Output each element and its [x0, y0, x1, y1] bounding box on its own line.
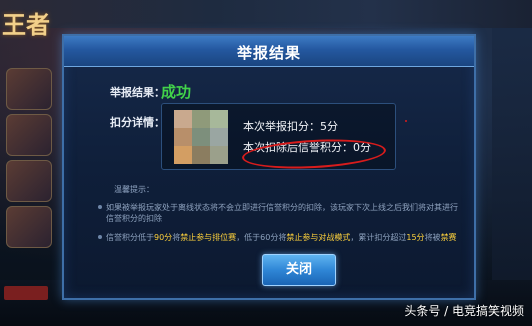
tip-highlight: 禁止参与对战模式 [286, 233, 351, 242]
bullet-icon [98, 205, 102, 209]
deduction-points: 本次举报扣分：5分 [243, 120, 338, 133]
bottom-left-badge [4, 286, 48, 300]
right-panel-background [492, 28, 532, 288]
tip-text: ，低于60分将 [236, 233, 287, 242]
top-bar [0, 0, 532, 28]
result-value: 成功 [161, 83, 192, 101]
dialog-title: 举报结果 [236, 44, 301, 62]
side-avatar [6, 160, 52, 202]
game-logo: 王者 [2, 10, 50, 39]
red-annotation-dot [405, 120, 407, 122]
tip-text: 将被 [424, 233, 441, 242]
tip-credit-threshold: 信誉积分低于90分将禁止参与排位赛，低于60分将禁止参与对战模式，累计扣分超过1… [98, 232, 457, 243]
watermark: 头条号 / 电竞搞笑视频 [404, 304, 524, 318]
pixelated-avatar [174, 110, 228, 164]
tip-offline: 如果被举报玩家处于离线状态将不会立即进行信誉积分的扣除，该玩家下次上线之后我们将… [98, 202, 458, 224]
bullet-icon [98, 235, 102, 239]
close-button[interactable]: 关闭 [262, 254, 336, 286]
result-label: 举报结果： [110, 86, 165, 99]
report-result-dialog: 举报结果 举报结果： 成功 扣分详情： 本次举报扣分：5分 本次扣除后信誉积分：… [62, 34, 476, 300]
tip-highlight: 禁止参与排位赛 [180, 233, 237, 242]
side-avatar [6, 114, 52, 156]
tip-text: 将 [172, 233, 181, 242]
side-avatar [6, 206, 52, 248]
tip-highlight: 15分 [406, 233, 425, 242]
tip-text: 信誉积分低于 [106, 233, 154, 242]
tip-offline-line2: 信誉积分的扣除 [106, 214, 162, 223]
tip-offline-line1: 如果被举报玩家处于离线状态将不会立即进行信誉积分的扣除，该玩家下次上线之后我们将… [106, 203, 458, 212]
detail-label: 扣分详情： [110, 116, 165, 129]
tip-highlight: 90分 [154, 233, 173, 242]
tips-title: 温馨提示： [114, 185, 154, 194]
tip-highlight: 禁赛 [440, 233, 457, 242]
dialog-title-bar: 举报结果 [64, 36, 474, 67]
side-avatar [6, 68, 52, 110]
tip-text: ，累计扣分超过 [350, 233, 407, 242]
